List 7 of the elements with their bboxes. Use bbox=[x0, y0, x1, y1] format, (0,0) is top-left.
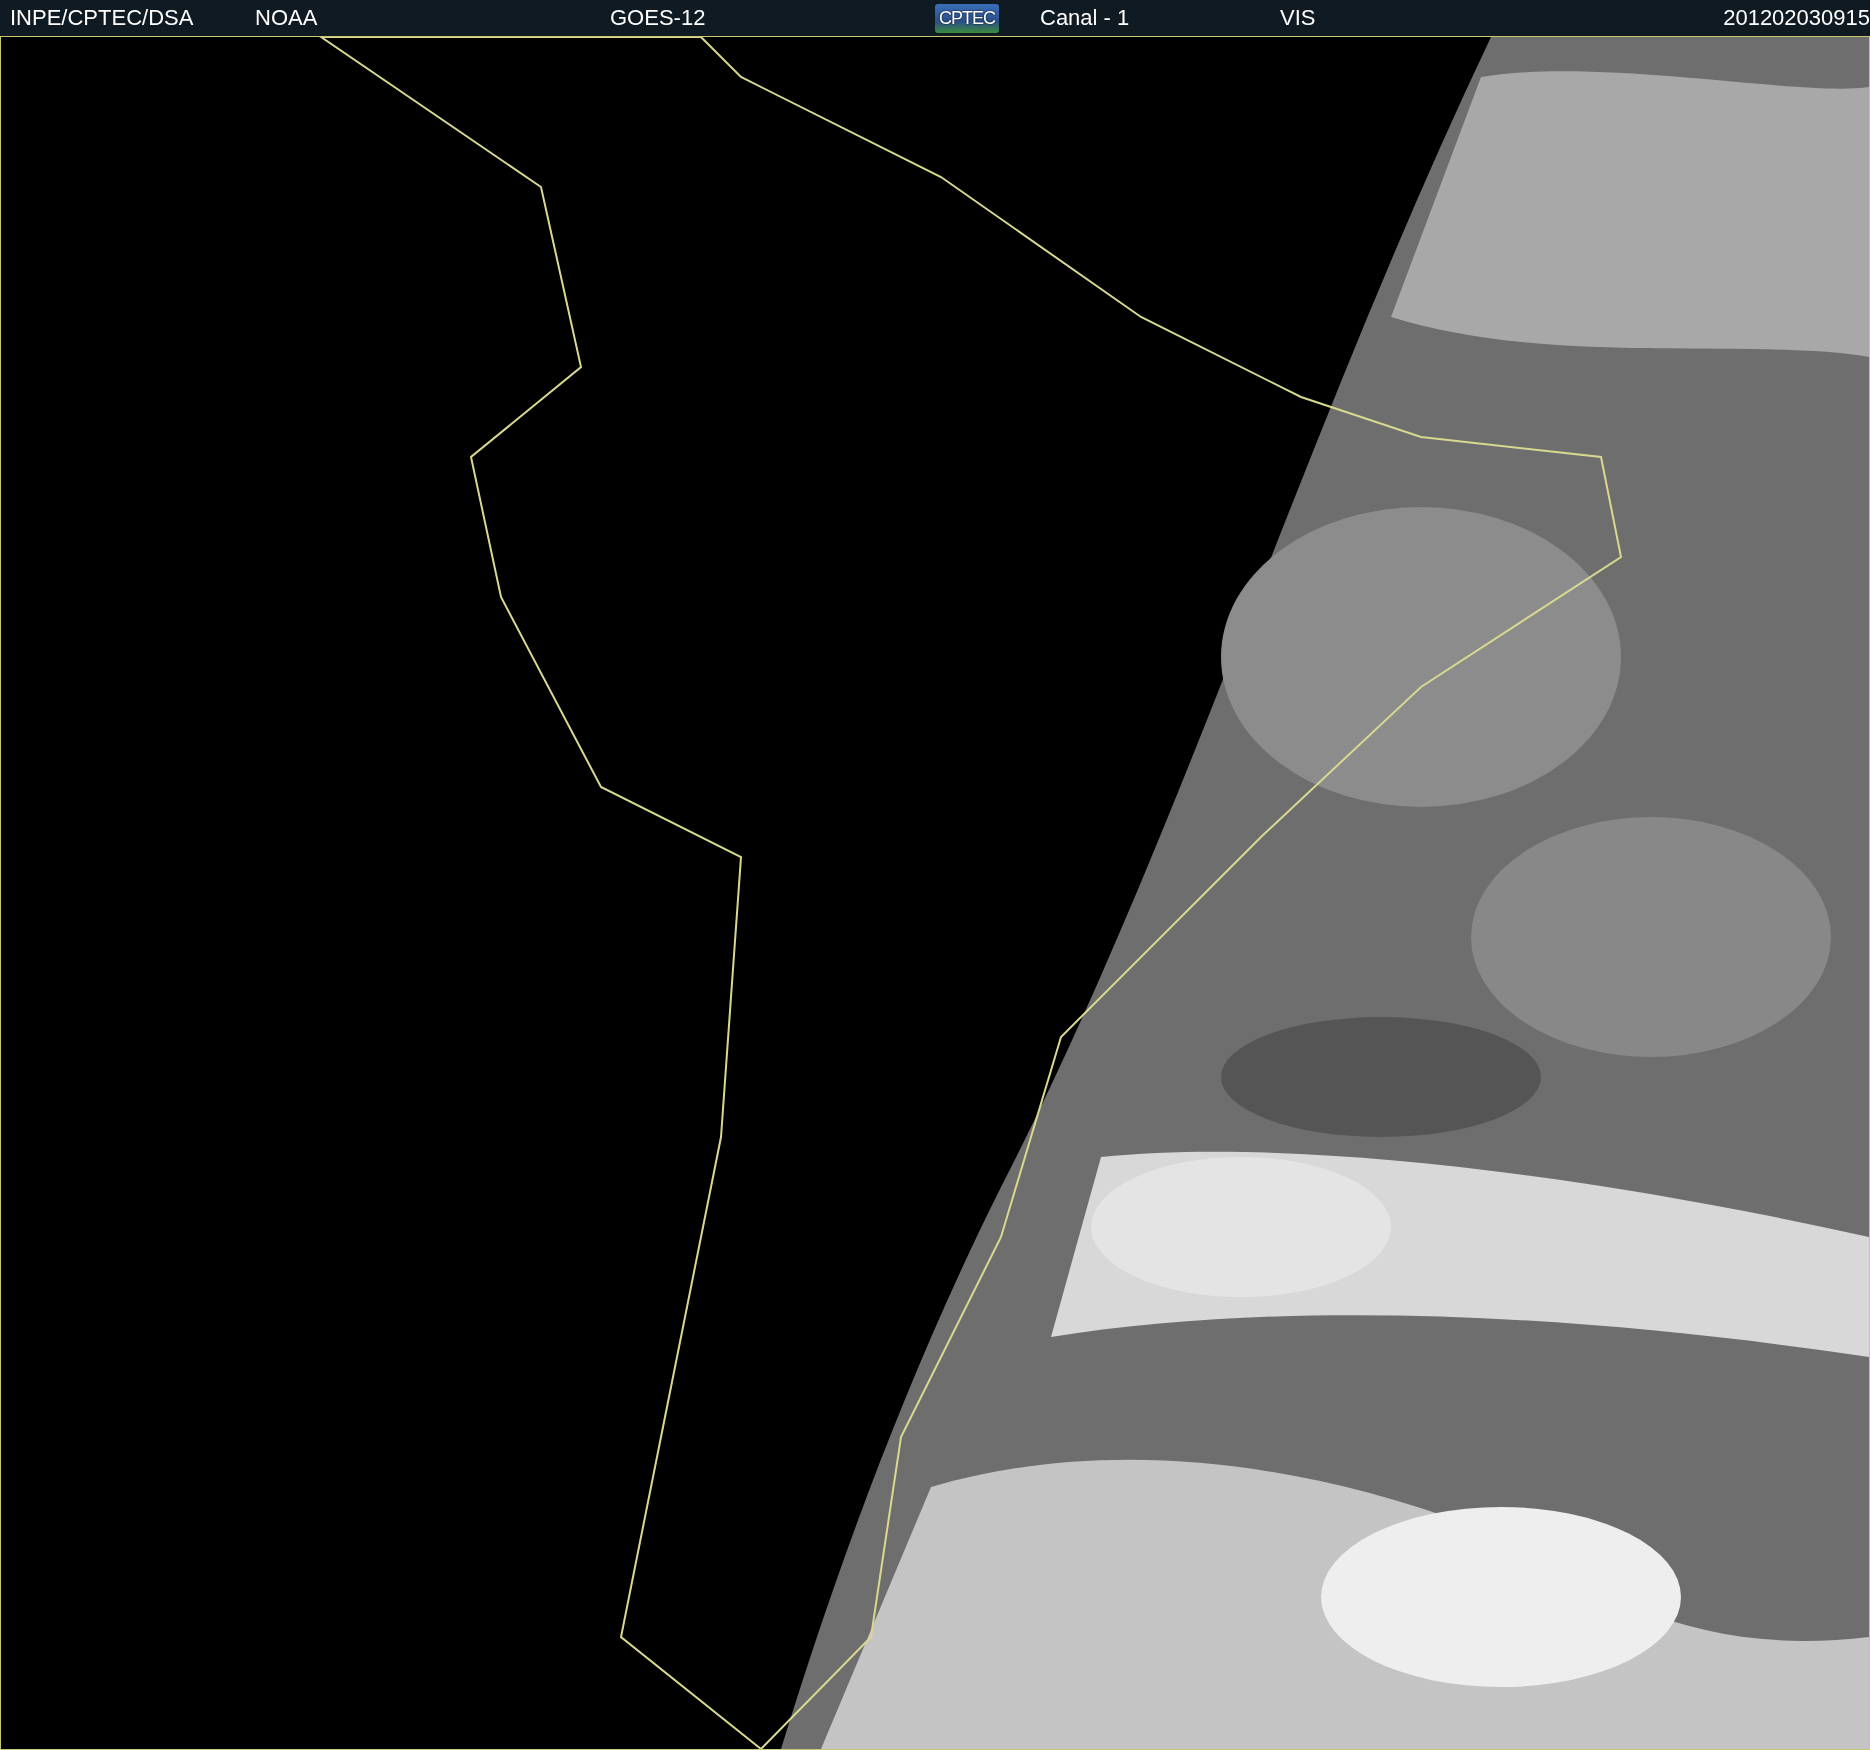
header-label: GOES-12 bbox=[610, 5, 706, 30]
header-label: INPE/CPTEC/DSA bbox=[10, 5, 194, 30]
header-label: 201202030915 bbox=[1723, 5, 1870, 30]
header-label: NOAA bbox=[255, 5, 318, 30]
cptec-logo: CPTEC bbox=[935, 3, 999, 33]
header-label: VIS bbox=[1280, 5, 1316, 30]
header-label: Canal - 1 bbox=[1040, 5, 1130, 30]
